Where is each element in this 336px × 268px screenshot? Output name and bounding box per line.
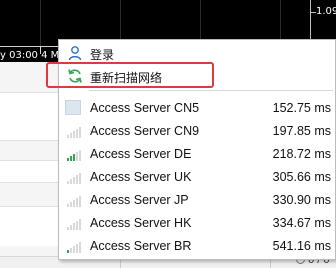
server-row[interactable]: Access Server HK 334.67 ms: [60, 211, 335, 234]
price-axis-label: 1.09450: [316, 6, 336, 17]
signal-bar: [79, 196, 81, 207]
user-icon: [67, 45, 83, 61]
menu-separator: [89, 90, 333, 91]
signal-bar: [79, 242, 81, 253]
signal-bar: [73, 200, 75, 207]
signal-bar: [67, 227, 69, 230]
signal-bar: [67, 250, 69, 253]
highlight-box: [46, 62, 214, 88]
menu-item-login[interactable]: 登录: [60, 42, 335, 64]
signal-bar: [73, 223, 75, 230]
signal-bar: [70, 202, 72, 207]
signal-bar: [73, 246, 75, 253]
signal-bar: [76, 175, 78, 184]
server-name: Access Server HK: [90, 216, 192, 230]
signal-bar: [79, 127, 81, 138]
selected-server-icon: [65, 100, 81, 115]
signal-bar: [70, 179, 72, 184]
server-name: Access Server UK: [90, 170, 192, 184]
signal-bar: [70, 156, 72, 161]
signal-bar: [67, 204, 69, 207]
signal-bar: [70, 225, 72, 230]
signal-bar: [70, 133, 72, 138]
menu-item-login-label: 登录: [90, 48, 115, 62]
signal-strength-icon: [65, 147, 81, 161]
signal-bar: [76, 129, 78, 138]
signal-bar: [79, 150, 81, 161]
server-row[interactable]: Access Server DE 218.72 ms: [60, 142, 335, 165]
signal-bar: [76, 221, 78, 230]
server-ping: 305.66 ms: [272, 170, 331, 184]
server-name: Access Server CN9: [90, 124, 200, 138]
server-ping: 330.90 ms: [272, 193, 331, 207]
signal-strength-icon: [65, 193, 81, 207]
signal-bar: [73, 131, 75, 138]
server-ping: 334.67 ms: [272, 216, 331, 230]
signal-bar: [70, 248, 72, 253]
server-row[interactable]: Access Server CN5 152.75 ms: [60, 96, 335, 119]
signal-bar: [73, 154, 75, 161]
signal-strength-icon: [65, 124, 81, 138]
server-row[interactable]: Access Server CN9 197.85 ms: [60, 119, 335, 142]
signal-bar: [79, 219, 81, 230]
server-ping: 152.75 ms: [272, 101, 331, 115]
signal-strength-icon: [65, 170, 81, 184]
server-row[interactable]: Access Server UK 305.66 ms: [60, 165, 335, 188]
signal-bar: [67, 158, 69, 161]
server-ping: 218.72 ms: [272, 147, 331, 161]
chart-gridline: [40, 0, 41, 46]
signal-bar: [67, 135, 69, 138]
server-name: Access Server BR: [90, 239, 192, 253]
server-name: Access Server DE: [90, 147, 192, 161]
signal-bar: [73, 177, 75, 184]
server-row[interactable]: Access Server BR 541.16 ms: [60, 234, 335, 257]
signal-bar: [67, 181, 69, 184]
server-row[interactable]: Access Server JP 330.90 ms: [60, 188, 335, 211]
signal-bar: [76, 198, 78, 207]
server-ping: 197.85 ms: [272, 124, 331, 138]
server-name: Access Server JP: [90, 193, 189, 207]
signal-bar: [76, 152, 78, 161]
signal-bar: [79, 173, 81, 184]
signal-strength-icon: [65, 239, 81, 253]
signal-bar: [76, 244, 78, 253]
server-ping: 541.16 ms: [272, 239, 331, 253]
server-name: Access Server CN5: [90, 101, 200, 115]
signal-strength-icon: [65, 216, 81, 230]
